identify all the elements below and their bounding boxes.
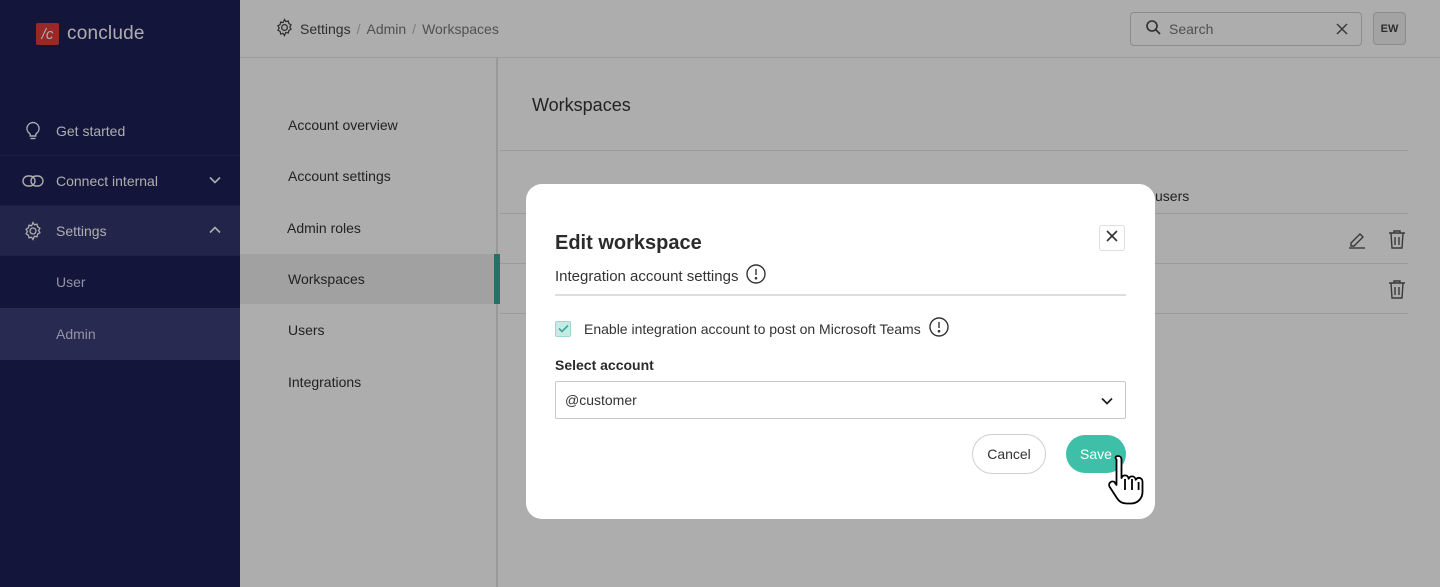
select-value: @customer	[565, 392, 637, 408]
info-icon[interactable]	[929, 317, 949, 340]
edit-workspace-modal: Edit workspace Integration account setti…	[526, 184, 1155, 519]
close-button[interactable]	[1099, 225, 1125, 251]
enable-integration-row: Enable integration account to post on Mi…	[555, 317, 949, 340]
account-select[interactable]: @customer	[555, 381, 1126, 419]
select-account-label: Select account	[555, 357, 654, 373]
close-icon	[1106, 229, 1118, 247]
hand-pointer-icon	[1106, 452, 1154, 511]
enable-integration-checkbox[interactable]	[555, 320, 571, 337]
modal-subtitle: Integration account settings	[555, 264, 767, 288]
divider	[555, 294, 1126, 296]
chevron-down-icon	[1100, 394, 1114, 411]
modal-title: Edit workspace	[555, 232, 702, 254]
cancel-button[interactable]: Cancel	[972, 434, 1046, 474]
info-icon[interactable]	[746, 264, 767, 288]
checkbox-label[interactable]: Enable integration account to post on Mi…	[584, 321, 921, 337]
subtitle-text: Integration account settings	[555, 267, 739, 285]
